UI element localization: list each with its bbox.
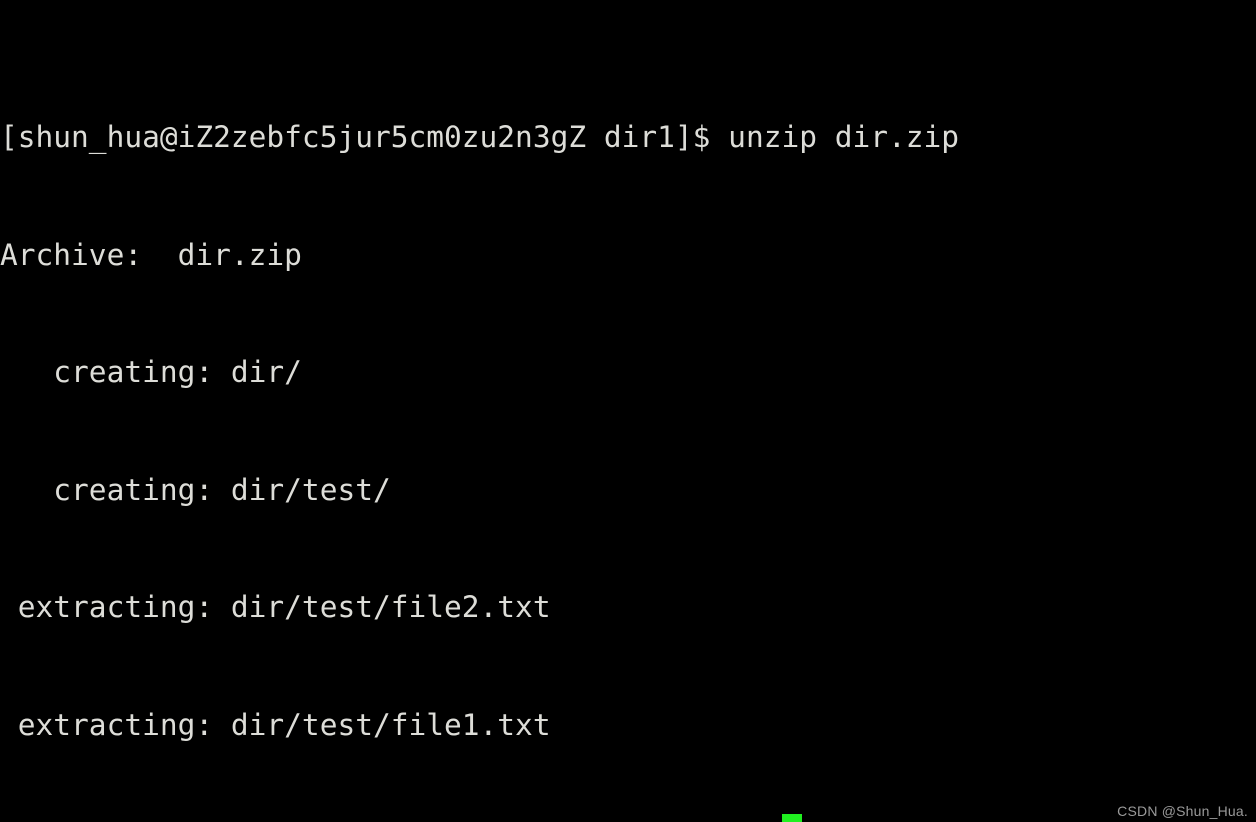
terminal-line: extracting: dir/test/file2.txt (0, 588, 1256, 627)
terminal-line-text: creating: dir/ (0, 355, 302, 390)
terminal-line-text: creating: dir/test/ (0, 472, 391, 507)
terminal-line: extracting: dir/test/file1.txt (0, 706, 1256, 745)
terminal-screen[interactable]: [shun_hua@iZ2zebfc5jur5cm0zu2n3gZ dir1]$… (0, 1, 1256, 822)
terminal-line-text: extracting: dir/test/file2.txt (0, 590, 551, 625)
terminal-line-text: [shun_hua@iZ2zebfc5jur5cm0zu2n3gZ dir1]$… (0, 120, 960, 155)
terminal-line: creating: dir/test/ (0, 471, 1256, 510)
terminal-line: creating: dir/ (0, 353, 1256, 392)
terminal-window[interactable]: [shun_hua@iZ2zebfc5jur5cm0zu2n3gZ dir1]$… (0, 0, 1256, 822)
terminal-cursor (782, 814, 802, 822)
terminal-line-text: Archive: dir.zip (0, 237, 302, 272)
terminal-line: Archive: dir.zip (0, 236, 1256, 275)
terminal-line: [shun_hua@iZ2zebfc5jur5cm0zu2n3gZ dir1]$… (0, 118, 1256, 157)
terminal-line-text: extracting: dir/test/file1.txt (0, 707, 551, 742)
watermark: CSDN @Shun_Hua. (1117, 803, 1248, 819)
